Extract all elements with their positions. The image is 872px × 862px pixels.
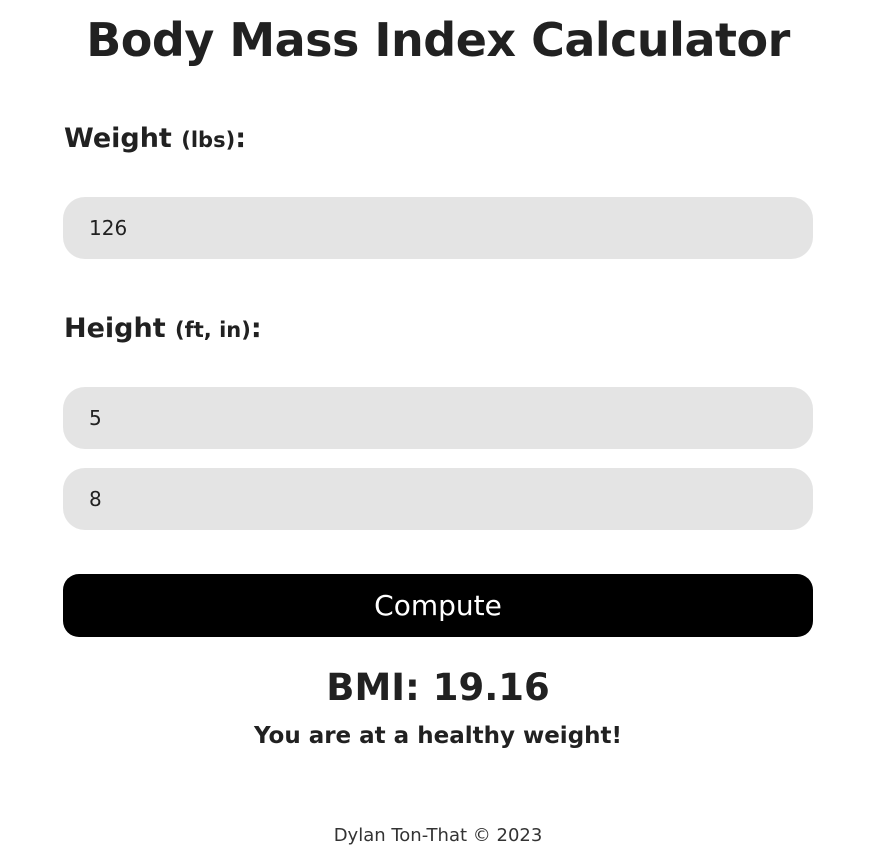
weight-label-colon: : [235, 123, 246, 154]
bmi-message: You are at a healthy weight! [253, 723, 623, 749]
weight-label: Weight (lbs): [64, 122, 246, 157]
footer-credit: Dylan Ton-That © 2023 [333, 825, 543, 846]
height-label-text: Height [64, 313, 166, 344]
page-title: Body Mass Index Calculator [86, 13, 790, 67]
height-label: Height (ft, in): [64, 312, 262, 347]
height-feet-input[interactable] [63, 387, 813, 449]
weight-unit: (lbs) [181, 128, 236, 152]
height-unit: (ft, in) [175, 318, 251, 342]
compute-button[interactable]: Compute [63, 574, 813, 637]
weight-label-text: Weight [64, 123, 172, 154]
height-inches-input[interactable] [63, 468, 813, 530]
bmi-result: BMI: 19.16 [326, 666, 550, 709]
height-label-colon: : [250, 313, 262, 344]
weight-input[interactable] [63, 197, 813, 259]
